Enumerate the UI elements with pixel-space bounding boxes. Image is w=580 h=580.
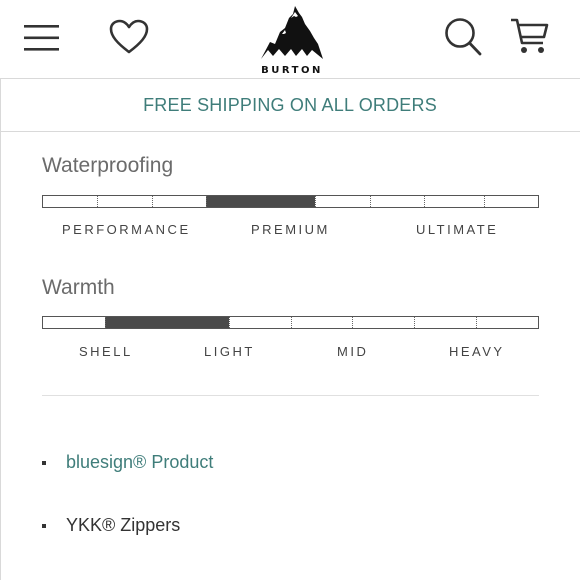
section-divider <box>42 395 539 396</box>
promo-banner: FREE SHIPPING ON ALL ORDERS <box>0 80 580 132</box>
promo-text: FREE SHIPPING ON ALL ORDERS <box>143 95 437 115</box>
cart-icon[interactable] <box>510 16 550 56</box>
scale-tick <box>290 317 292 328</box>
scale-tick <box>315 196 317 207</box>
warmth-level-light: LIGHT <box>204 344 255 359</box>
scale-tick <box>97 196 99 207</box>
page-edge <box>0 79 1 580</box>
burton-logo[interactable]: BURTON <box>258 4 326 76</box>
menu-icon[interactable] <box>24 24 60 52</box>
site-header: BURTON <box>0 0 580 79</box>
heart-icon[interactable] <box>109 19 149 55</box>
scale-tick <box>104 317 106 328</box>
warmth-level-mid: MID <box>337 344 369 359</box>
burton-mountain-logo <box>261 6 323 59</box>
brand-name: BURTON <box>261 65 323 76</box>
scale-tick <box>424 196 426 207</box>
bullet <box>42 460 46 465</box>
warmth-title: Warmth <box>42 276 115 299</box>
bullet <box>42 523 46 528</box>
warmth-level-heavy: HEAVY <box>449 344 505 359</box>
scale-tick <box>369 196 371 207</box>
scale-tick <box>206 196 208 207</box>
waterproofing-selected-range <box>206 196 316 207</box>
waterproofing-level-performance: PERFORMANCE <box>62 222 191 237</box>
scale-tick <box>151 196 153 207</box>
warmth-selected-range <box>104 317 229 328</box>
feature-item: YKK® Zippers <box>42 515 180 536</box>
scale-tick <box>414 317 416 328</box>
waterproofing-level-ultimate: ULTIMATE <box>416 222 499 237</box>
waterproofing-title: Waterproofing <box>42 154 174 177</box>
warmth-scale <box>42 316 539 329</box>
bluesign-link[interactable]: bluesign® Product <box>66 452 213 473</box>
ykk-zippers-label: YKK® Zippers <box>66 515 181 535</box>
warmth-level-shell: SHELL <box>79 344 133 359</box>
waterproofing-level-premium: PREMIUM <box>251 222 330 237</box>
scale-tick <box>476 317 478 328</box>
feature-item: bluesign® Product <box>42 452 213 473</box>
search-icon[interactable] <box>444 17 482 57</box>
scale-tick <box>228 317 230 328</box>
scale-tick <box>483 196 485 207</box>
scale-tick <box>352 317 354 328</box>
waterproofing-scale <box>42 195 539 208</box>
